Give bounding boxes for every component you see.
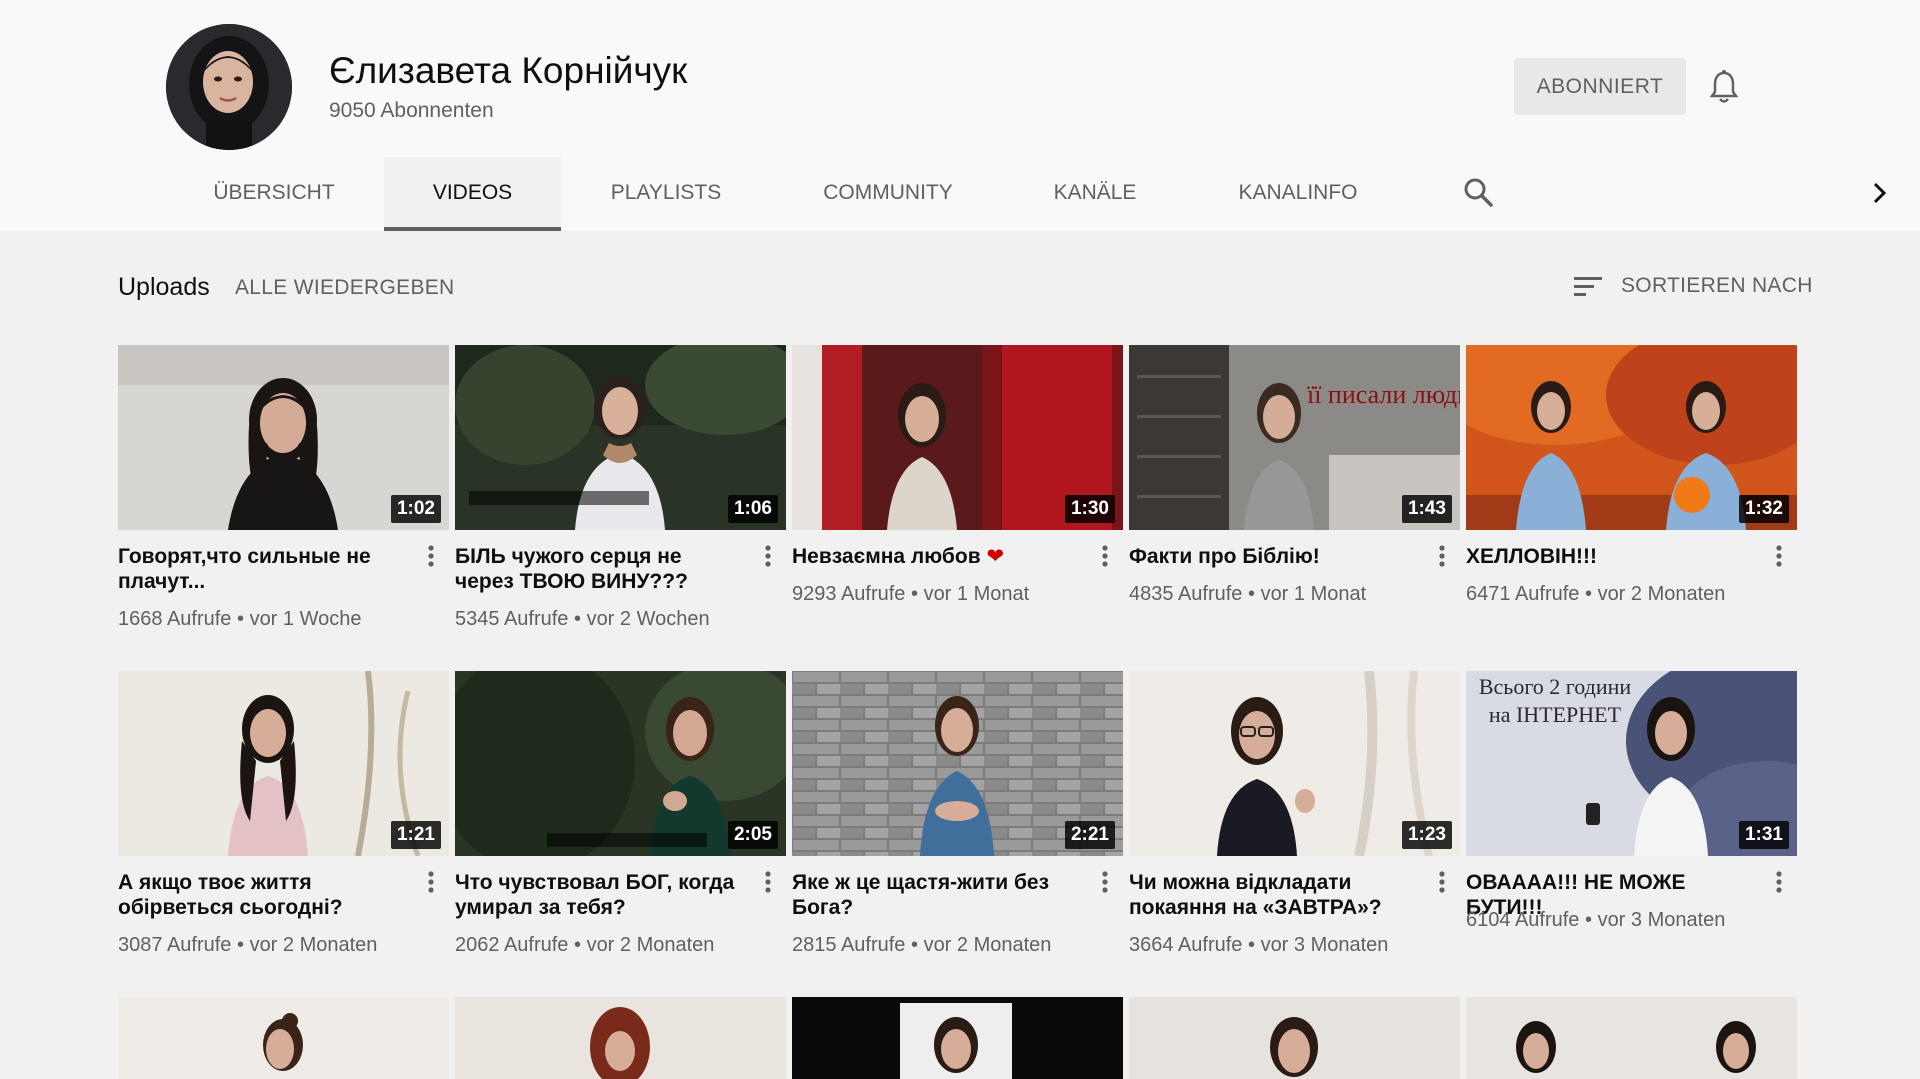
tab-community[interactable]: COMMUNITY bbox=[806, 157, 970, 231]
video-thumbnail[interactable] bbox=[455, 997, 786, 1079]
thumbnail-text: її писали люди bbox=[1307, 380, 1460, 409]
video-card[interactable] bbox=[118, 997, 449, 1079]
video-duration: 1:43 bbox=[1401, 495, 1452, 523]
chevron-right-icon[interactable] bbox=[1868, 180, 1890, 206]
video-title[interactable]: Факти про Біблію! bbox=[1129, 544, 1419, 569]
video-thumbnail[interactable] bbox=[118, 997, 449, 1079]
video-duration: 1:23 bbox=[1401, 821, 1452, 849]
bell-icon[interactable] bbox=[1709, 70, 1739, 104]
video-duration: 2:21 bbox=[1064, 821, 1115, 849]
video-duration: 1:02 bbox=[390, 495, 441, 523]
video-meta: 4835 Aufrufe • vor 1 Monat bbox=[1129, 583, 1367, 605]
tab-videos[interactable]: VIDEOS bbox=[384, 157, 561, 231]
more-vert-icon[interactable] bbox=[763, 870, 773, 898]
section-title: Uploads bbox=[118, 273, 210, 301]
tab-about[interactable]: KANALINFO bbox=[1222, 157, 1374, 231]
sort-icon[interactable] bbox=[1572, 275, 1604, 299]
video-card[interactable] bbox=[1466, 997, 1797, 1079]
video-card[interactable] bbox=[792, 997, 1123, 1079]
video-title[interactable]: Яке ж це щастя-жити без Бога? bbox=[792, 870, 1082, 920]
heart-icon: ❤ bbox=[986, 545, 1005, 568]
more-vert-icon[interactable] bbox=[763, 544, 773, 572]
video-thumbnail[interactable]: 2:05 bbox=[455, 671, 786, 856]
video-thumbnail[interactable]: 1:06 bbox=[455, 345, 786, 530]
tab-playlists[interactable]: PLAYLISTS bbox=[594, 157, 738, 231]
video-thumbnail[interactable] bbox=[1129, 997, 1460, 1079]
video-meta: 6471 Aufrufe • vor 2 Monaten bbox=[1466, 583, 1726, 605]
video-thumbnail[interactable] bbox=[1466, 997, 1797, 1079]
channel-name: Єлизавета Корнійчук bbox=[329, 50, 688, 91]
video-thumbnail[interactable]: Всього 2 години на ІНТЕРНЕТ 1:31 bbox=[1466, 671, 1797, 856]
video-title[interactable]: Невзаємна любов ❤ bbox=[792, 544, 1082, 569]
video-duration: 1:30 bbox=[1064, 495, 1115, 523]
video-card[interactable] bbox=[1129, 997, 1460, 1079]
video-meta: 9293 Aufrufe • vor 1 Monat bbox=[792, 583, 1030, 605]
more-vert-icon[interactable] bbox=[1774, 544, 1784, 572]
video-meta: 2062 Aufrufe • vor 2 Monaten bbox=[455, 934, 715, 956]
more-vert-icon[interactable] bbox=[426, 870, 436, 898]
channel-avatar[interactable] bbox=[166, 24, 292, 150]
tab-channels[interactable]: KANÄLE bbox=[1034, 157, 1156, 231]
video-duration: 1:06 bbox=[727, 495, 778, 523]
video-meta: 1668 Aufrufe • vor 1 Woche bbox=[118, 608, 362, 630]
video-thumbnail[interactable]: 1:21 bbox=[118, 671, 449, 856]
search-icon[interactable] bbox=[1462, 176, 1494, 208]
video-thumbnail[interactable]: 2:21 bbox=[792, 671, 1123, 856]
sort-button[interactable]: SORTIEREN NACH bbox=[1621, 274, 1813, 298]
channel-tabs: ÜBERSICHT VIDEOS PLAYLISTS COMMUNITY KAN… bbox=[0, 157, 1920, 231]
video-title[interactable]: БІЛЬ чужого серця не через ТВОЮ ВИНУ??? bbox=[455, 544, 745, 594]
subscribed-button[interactable]: ABONNIERT bbox=[1514, 58, 1686, 115]
video-meta: 3664 Aufrufe • vor 3 Monaten bbox=[1129, 934, 1389, 956]
more-vert-icon[interactable] bbox=[426, 544, 436, 572]
more-vert-icon[interactable] bbox=[1437, 544, 1447, 572]
video-thumbnail[interactable]: 1:23 bbox=[1129, 671, 1460, 856]
video-duration: 2:05 bbox=[727, 821, 778, 849]
video-meta: 2815 Aufrufe • vor 2 Monaten bbox=[792, 934, 1052, 956]
video-thumbnail[interactable] bbox=[792, 997, 1123, 1079]
video-meta: 6104 Aufrufe • vor 3 Monaten bbox=[1466, 909, 1726, 931]
video-card[interactable] bbox=[455, 997, 786, 1079]
video-title[interactable]: А якщо твоє життя обірветься сьогодні? bbox=[118, 870, 408, 920]
video-meta: 5345 Aufrufe • vor 2 Wochen bbox=[455, 608, 710, 630]
more-vert-icon[interactable] bbox=[1100, 870, 1110, 898]
video-thumbnail[interactable]: 1:32 bbox=[1466, 345, 1797, 530]
tab-overview[interactable]: ÜBERSICHT bbox=[198, 157, 350, 231]
video-thumbnail[interactable]: її писали люди 1:43 bbox=[1129, 345, 1460, 530]
more-vert-icon[interactable] bbox=[1100, 544, 1110, 572]
more-vert-icon[interactable] bbox=[1437, 870, 1447, 898]
video-meta: 3087 Aufrufe • vor 2 Monaten bbox=[118, 934, 378, 956]
play-all-button[interactable]: ALLE WIEDERGEBEN bbox=[235, 276, 455, 300]
video-duration: 1:31 bbox=[1738, 821, 1789, 849]
video-title[interactable]: Говорят,что сильные не плачут... bbox=[118, 544, 408, 594]
video-thumbnail[interactable]: 1:02 bbox=[118, 345, 449, 530]
video-title[interactable]: ХЕЛЛОВІН!!! bbox=[1466, 544, 1756, 569]
video-title[interactable]: Чи можна відкладати покаяння на «ЗАВТРА»… bbox=[1129, 870, 1419, 920]
video-duration: 1:32 bbox=[1738, 495, 1789, 523]
more-vert-icon[interactable] bbox=[1774, 870, 1784, 898]
video-title[interactable]: Что чувствовал БОГ, когда умирал за тебя… bbox=[455, 870, 745, 920]
thumbnail-text: Всього 2 години на ІНТЕРНЕТ bbox=[1478, 674, 1632, 727]
video-thumbnail[interactable]: 1:30 bbox=[792, 345, 1123, 530]
subscriber-count: 9050 Abonnenten bbox=[329, 99, 494, 122]
video-duration: 1:21 bbox=[390, 821, 441, 849]
